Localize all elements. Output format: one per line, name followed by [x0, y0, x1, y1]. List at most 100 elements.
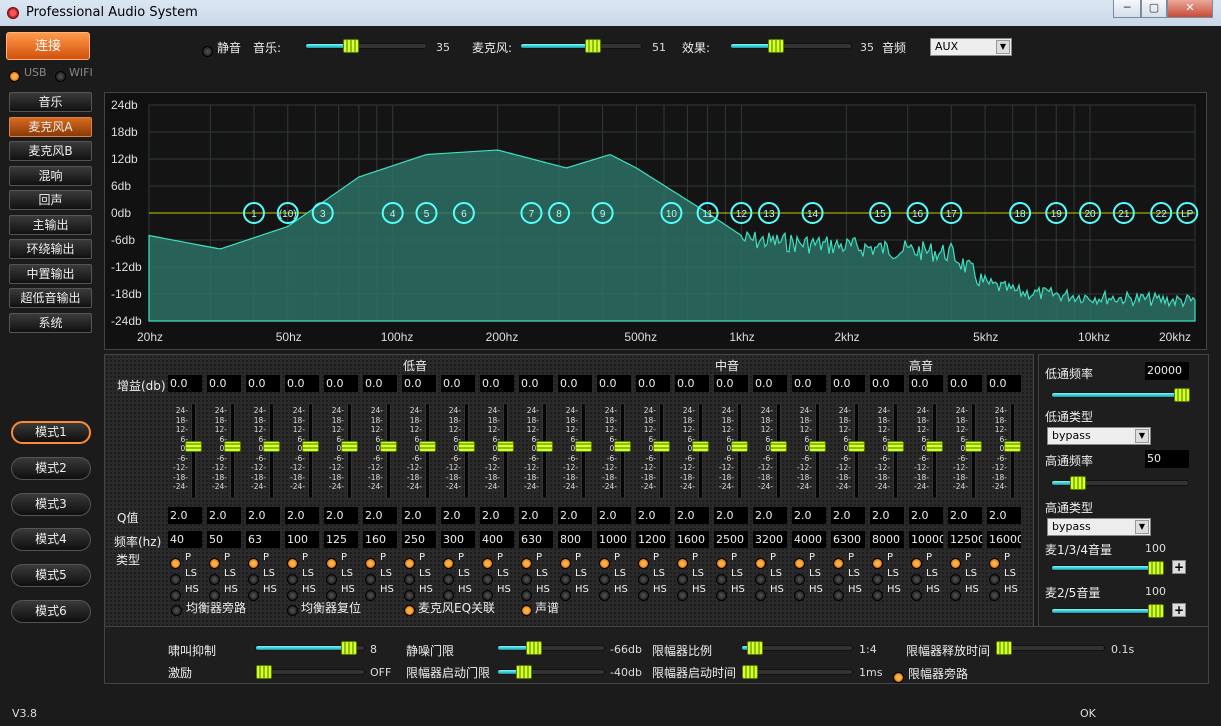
freq-input[interactable]: 1200 — [636, 531, 670, 548]
mic-25-volume-slider[interactable] — [1051, 604, 1164, 618]
gain-input[interactable]: 0.0 — [480, 375, 514, 392]
gain-input[interactable]: 0.0 — [285, 375, 319, 392]
eq-bypass-radio[interactable] — [171, 605, 182, 616]
gain-input[interactable]: 0.0 — [441, 375, 475, 392]
sidebar-item-9[interactable]: 超低音输出 — [9, 288, 92, 308]
mode-button-2[interactable]: 模式2 — [11, 456, 91, 480]
q-input[interactable]: 2.0 — [480, 507, 514, 524]
band-slider-knob[interactable] — [458, 441, 475, 452]
sidebar-item-1[interactable]: 音乐 — [9, 92, 92, 112]
mode-button-4[interactable]: 模式4 — [11, 528, 91, 552]
band-slider-knob[interactable] — [614, 441, 631, 452]
q-input[interactable]: 2.0 — [675, 507, 709, 524]
type-hs-radio[interactable] — [950, 585, 961, 604]
gain-input[interactable]: 0.0 — [714, 375, 748, 392]
gain-input[interactable]: 0.0 — [597, 375, 631, 392]
gain-input[interactable]: 0.0 — [948, 375, 982, 392]
gain-input[interactable]: 0.0 — [870, 375, 904, 392]
freq-input[interactable]: 63 — [246, 531, 280, 548]
q-input[interactable]: 2.0 — [285, 507, 319, 524]
type-hs-radio[interactable] — [833, 585, 844, 604]
sidebar-item-4[interactable]: 混响 — [9, 165, 92, 186]
q-input[interactable]: 2.0 — [402, 507, 436, 524]
gain-input[interactable]: 0.0 — [636, 375, 670, 392]
freq-input[interactable]: 3200 — [753, 531, 787, 548]
gain-input[interactable]: 0.0 — [363, 375, 397, 392]
highpass-type-select[interactable]: bypass ▼ — [1047, 518, 1151, 536]
type-hs-radio[interactable] — [716, 585, 727, 604]
band-slider-knob[interactable] — [731, 441, 748, 452]
type-hs-radio[interactable] — [872, 585, 883, 604]
sidebar-item-3[interactable]: 麦克风B — [9, 141, 92, 161]
gain-input[interactable]: 0.0 — [909, 375, 943, 392]
freq-input[interactable]: 400 — [480, 531, 514, 548]
freq-input[interactable]: 4000 — [792, 531, 826, 548]
mic-slider[interactable] — [520, 39, 642, 53]
gain-input[interactable]: 0.0 — [831, 375, 865, 392]
music-slider[interactable] — [305, 39, 427, 53]
sidebar-item-8[interactable]: 中置输出 — [9, 263, 92, 284]
gain-input[interactable]: 0.0 — [324, 375, 358, 392]
effect-slider[interactable] — [730, 39, 852, 53]
q-input[interactable]: 2.0 — [441, 507, 475, 524]
mode-button-6[interactable]: 模式6 — [11, 600, 91, 623]
type-hs-radio[interactable] — [989, 585, 1000, 604]
freq-input[interactable]: 12500 — [948, 531, 982, 548]
sidebar-item-2[interactable]: 麦克风A — [9, 116, 92, 137]
q-input[interactable]: 2.0 — [870, 507, 904, 524]
q-input[interactable]: 2.0 — [597, 507, 631, 524]
band-slider-knob[interactable] — [653, 441, 670, 452]
q-input[interactable]: 2.0 — [324, 507, 358, 524]
band-slider-knob[interactable] — [302, 441, 319, 452]
q-input[interactable]: 2.0 — [207, 507, 241, 524]
mic-134-volume-plus-button[interactable]: + — [1172, 560, 1186, 574]
mode-button-3[interactable]: 模式3 — [11, 492, 91, 516]
gain-input[interactable]: 0.0 — [168, 375, 202, 392]
band-slider-knob[interactable] — [575, 441, 592, 452]
gain-input[interactable]: 0.0 — [558, 375, 592, 392]
q-input[interactable]: 2.0 — [246, 507, 280, 524]
band-slider-knob[interactable] — [926, 441, 943, 452]
freq-input[interactable]: 6300 — [831, 531, 865, 548]
gain-input[interactable]: 0.0 — [675, 375, 709, 392]
freq-input[interactable]: 1600 — [675, 531, 709, 548]
minimize-button[interactable]: ─ — [1113, 0, 1141, 18]
band-slider-knob[interactable] — [341, 441, 358, 452]
close-button[interactable]: ✕ — [1167, 0, 1213, 18]
q-input[interactable]: 2.0 — [948, 507, 982, 524]
gain-input[interactable]: 0.0 — [792, 375, 826, 392]
gain-input[interactable]: 0.0 — [246, 375, 280, 392]
freq-input[interactable]: 630 — [519, 531, 553, 548]
freq-input[interactable]: 10000 — [909, 531, 943, 548]
band-slider-knob[interactable] — [497, 441, 514, 452]
mic-25-volume-plus-button[interactable]: + — [1172, 603, 1186, 617]
q-input[interactable]: 2.0 — [519, 507, 553, 524]
sidebar-item-10[interactable]: 系统 — [9, 312, 92, 333]
band-slider-knob[interactable] — [536, 441, 553, 452]
freq-input[interactable]: 250 — [402, 531, 436, 548]
mode-button-5[interactable]: 模式5 — [11, 564, 91, 588]
limiter-ratio-slider[interactable] — [741, 641, 853, 655]
band-slider-knob[interactable] — [887, 441, 904, 452]
sidebar-item-7[interactable]: 环绕输出 — [9, 239, 92, 259]
wifi-radio[interactable] — [55, 71, 66, 82]
q-input[interactable]: 2.0 — [753, 507, 787, 524]
maximize-button[interactable]: ▢ — [1141, 0, 1167, 18]
freq-input[interactable]: 300 — [441, 531, 475, 548]
limiter-threshold-slider[interactable] — [497, 665, 605, 679]
lowpass-freq-input[interactable]: 20000 — [1145, 362, 1189, 380]
freq-input[interactable]: 160 — [363, 531, 397, 548]
sidebar-item-6[interactable]: 主输出 — [9, 214, 92, 235]
band-slider-knob[interactable] — [692, 441, 709, 452]
mic-eq-link-radio[interactable] — [404, 605, 415, 616]
limiter-release-slider[interactable] — [995, 641, 1105, 655]
mode-button-1[interactable]: 模式1 — [11, 421, 91, 444]
q-input[interactable]: 2.0 — [909, 507, 943, 524]
type-hs-radio[interactable] — [599, 585, 610, 604]
q-input[interactable]: 2.0 — [831, 507, 865, 524]
q-input[interactable]: 2.0 — [636, 507, 670, 524]
spectrum-radio[interactable] — [521, 605, 532, 616]
type-hs-radio[interactable] — [677, 585, 688, 604]
q-input[interactable]: 2.0 — [792, 507, 826, 524]
q-input[interactable]: 2.0 — [363, 507, 397, 524]
